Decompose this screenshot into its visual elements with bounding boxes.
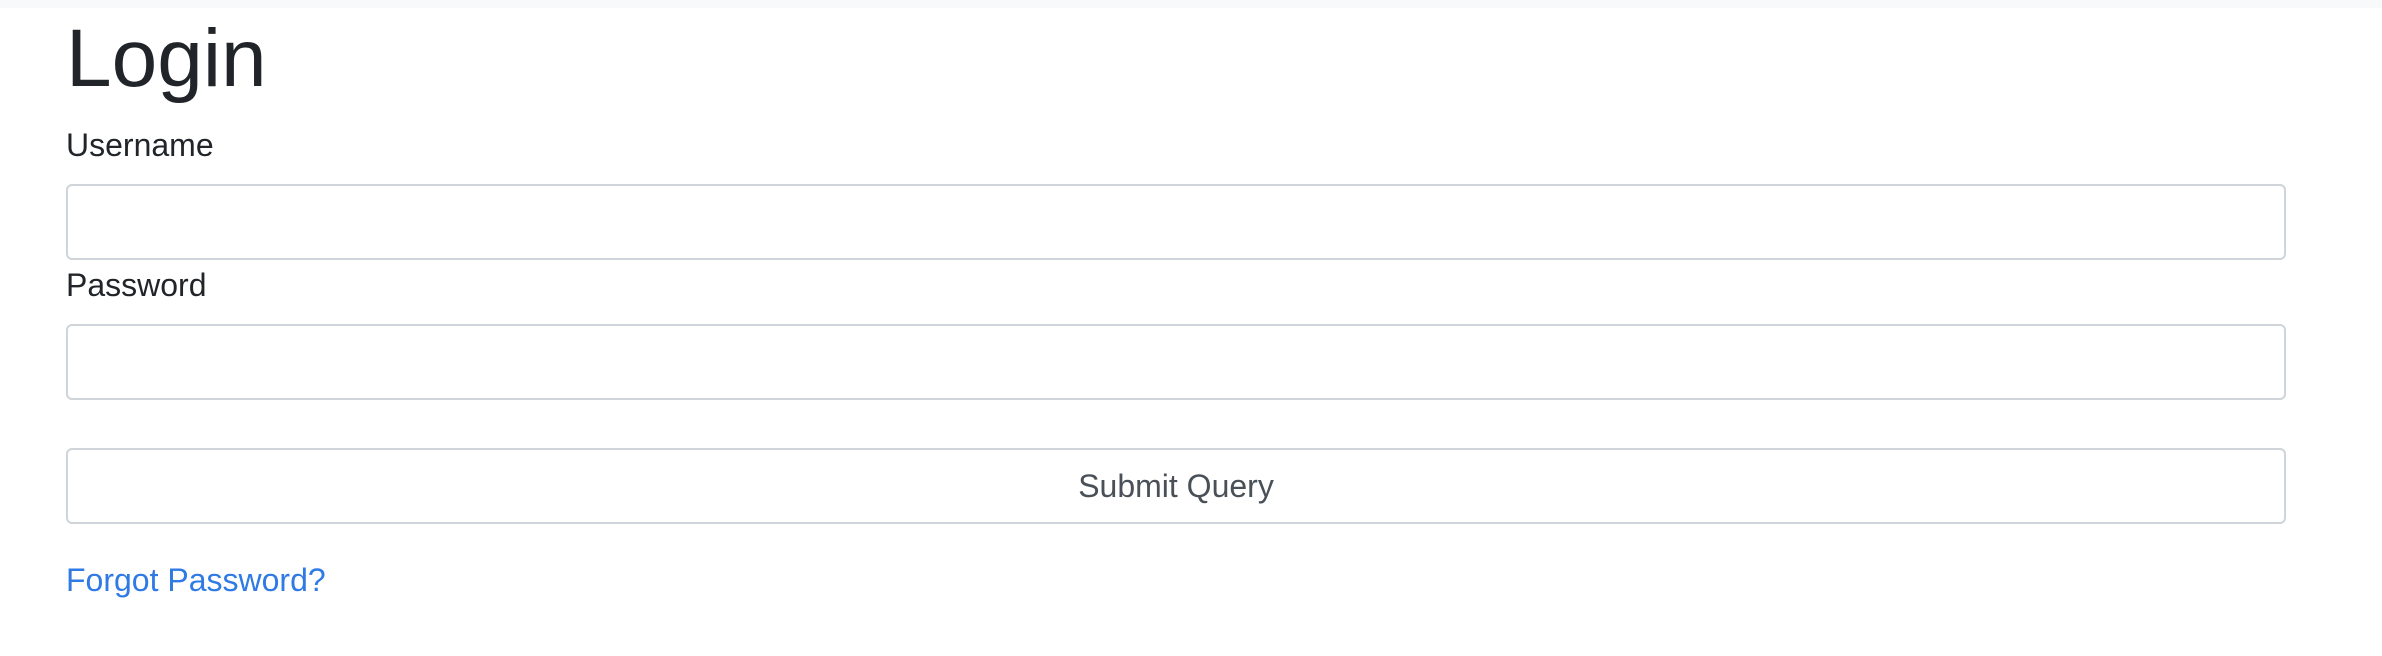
username-label: Username bbox=[66, 127, 214, 163]
password-label: Password bbox=[66, 267, 207, 303]
page-title: Login bbox=[66, 13, 267, 104]
password-input[interactable] bbox=[66, 324, 2286, 400]
username-input[interactable] bbox=[66, 184, 2286, 260]
submit-button[interactable]: Submit Query bbox=[66, 448, 2286, 524]
forgot-password-link[interactable]: Forgot Password? bbox=[66, 561, 326, 599]
top-bar-strip bbox=[0, 0, 2382, 8]
